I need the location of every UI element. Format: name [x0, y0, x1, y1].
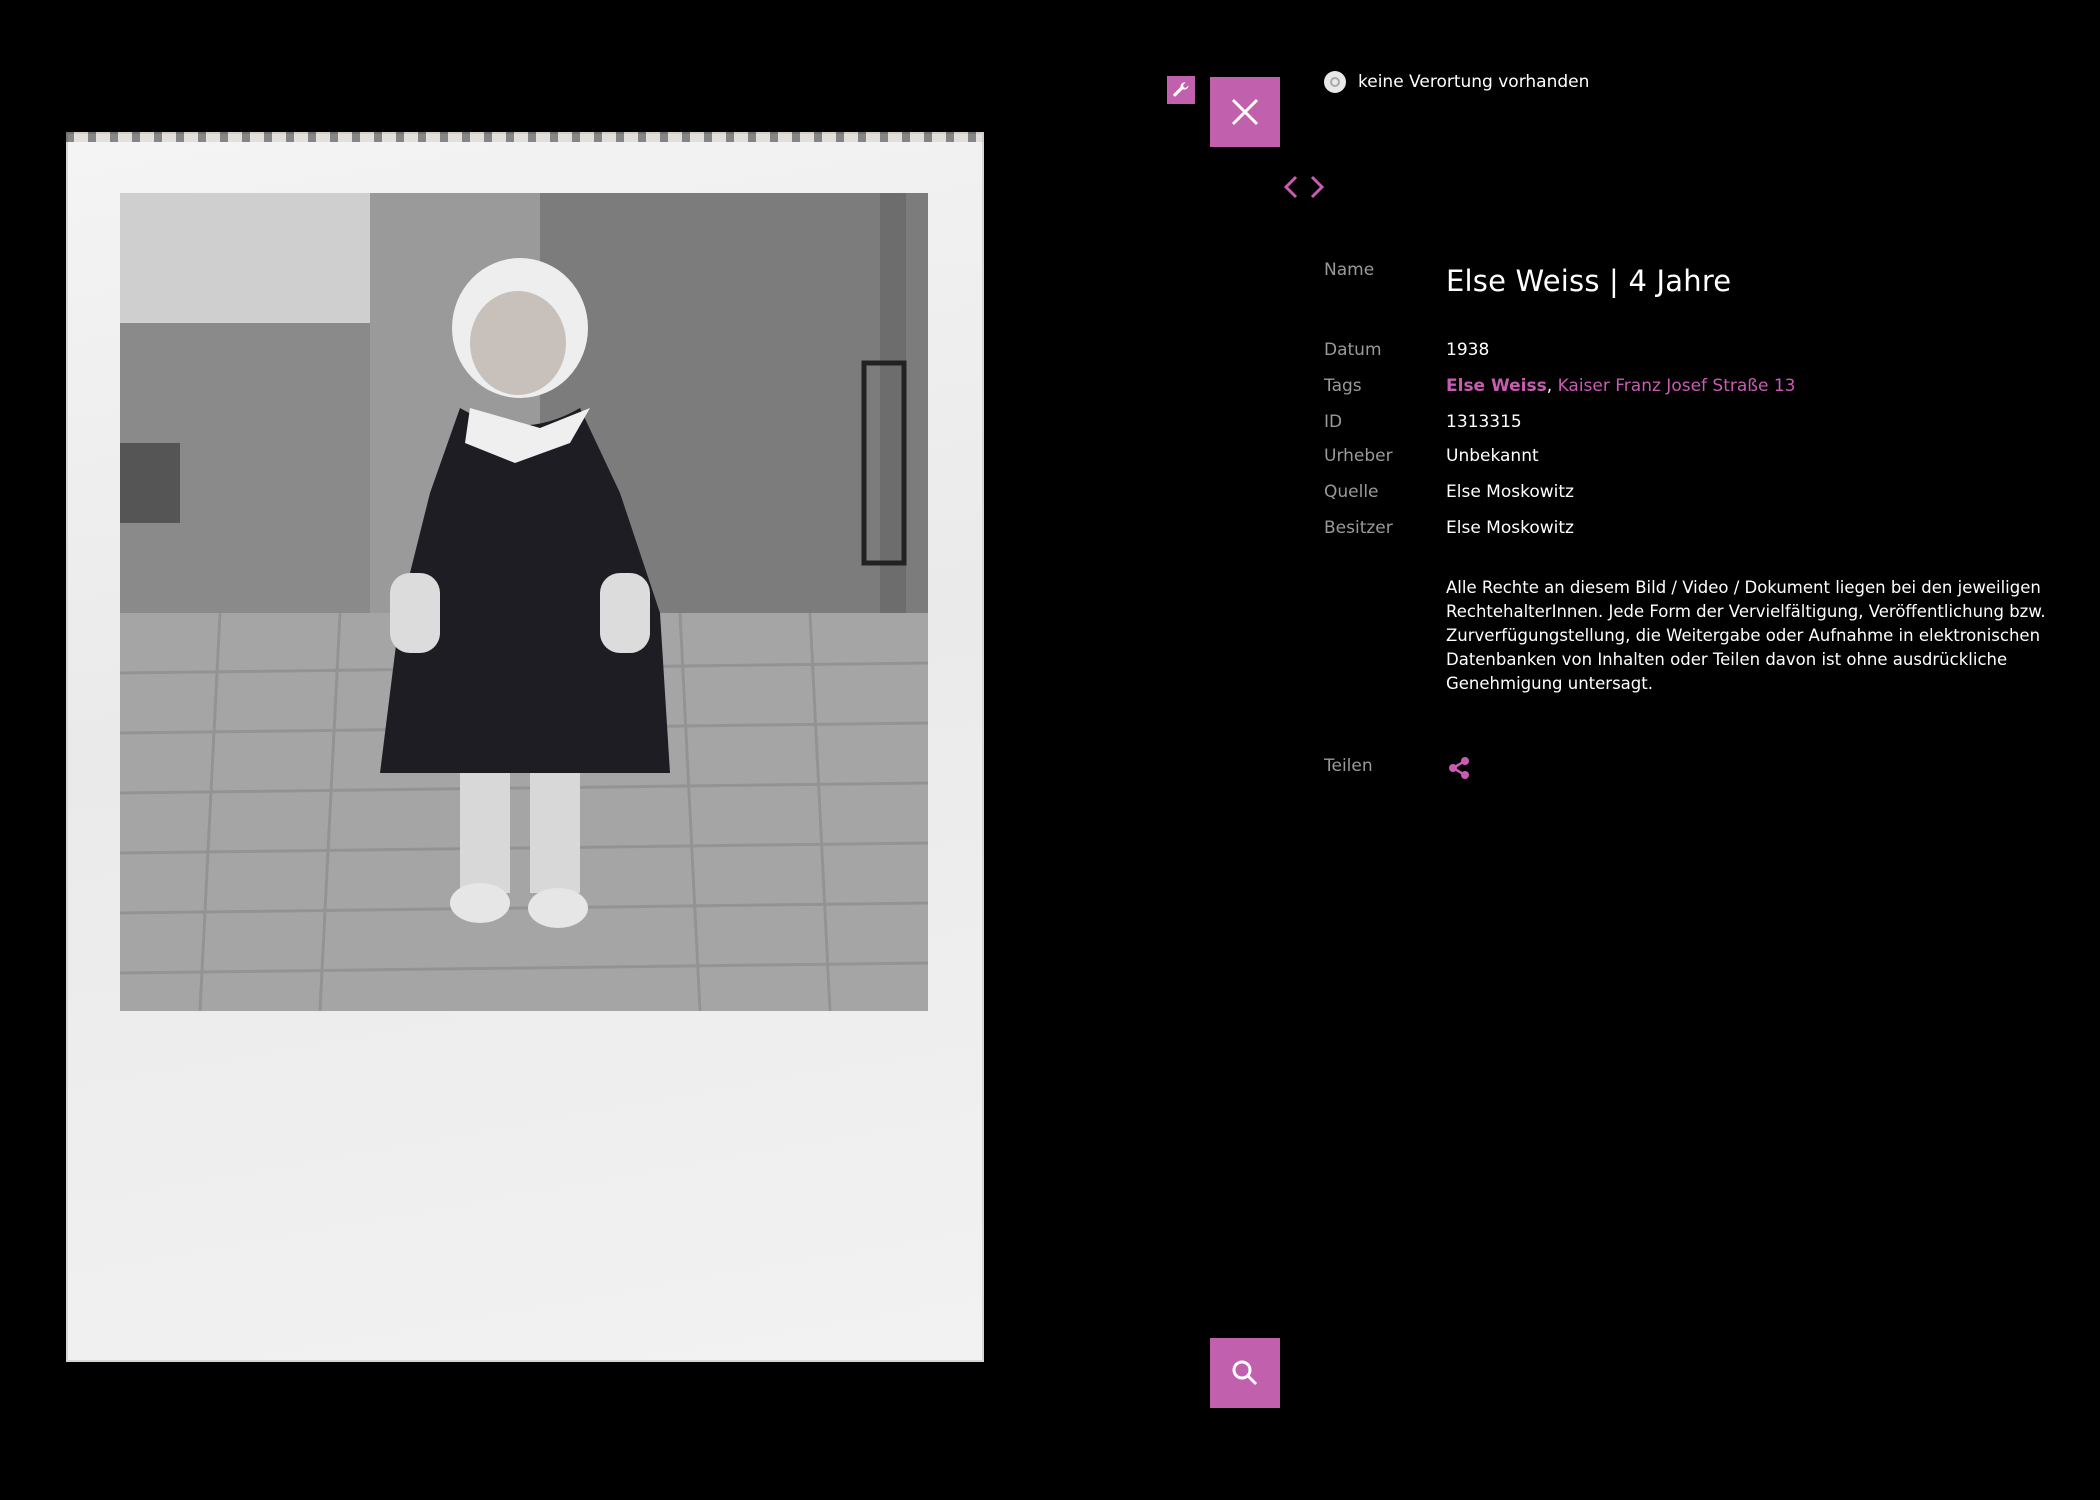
wrench-icon	[1173, 82, 1189, 97]
share-icon	[1449, 757, 1469, 779]
tags-label: Tags	[1324, 376, 1362, 396]
historic-photo	[120, 193, 928, 1011]
item-title: Else Weiss | 4 Jahre	[1446, 264, 1732, 298]
chevron-right-icon	[1310, 175, 1325, 199]
id-value: 1313315	[1446, 412, 1522, 432]
photo-frame	[66, 132, 984, 1362]
search-icon	[1232, 1360, 1258, 1386]
item-navigation	[1282, 172, 1326, 202]
location-status-text: keine Verortung vorhanden	[1358, 72, 1590, 92]
search-button[interactable]	[1210, 1338, 1280, 1408]
name-label: Name	[1324, 260, 1375, 280]
tags-list: Else Weiss, Kaiser Franz Josef Straße 13	[1446, 376, 1796, 396]
share-label: Teilen	[1324, 756, 1373, 776]
previous-button[interactable]	[1282, 172, 1300, 202]
close-icon	[1231, 98, 1259, 126]
photo-illustration	[120, 193, 928, 1011]
chevron-left-icon	[1283, 175, 1298, 199]
id-label: ID	[1324, 412, 1343, 432]
owner-value: Else Moskowitz	[1446, 518, 1574, 538]
share-button[interactable]	[1446, 755, 1472, 781]
author-value: Unbekannt	[1446, 446, 1539, 466]
owner-label: Besitzer	[1324, 518, 1393, 538]
location-status: keine Verortung vorhanden	[1324, 71, 1589, 93]
next-button[interactable]	[1308, 172, 1326, 202]
location-dot-icon	[1324, 71, 1346, 93]
date-label: Datum	[1324, 340, 1382, 360]
tag-link[interactable]: Kaiser Franz Josef Straße 13	[1558, 376, 1796, 396]
rights-notice: Alle Rechte an diesem Bild / Video / Dok…	[1446, 578, 2046, 693]
date-value: 1938	[1446, 340, 1490, 360]
source-label: Quelle	[1324, 482, 1379, 502]
close-button[interactable]	[1210, 77, 1280, 147]
tag-separator: ,	[1546, 376, 1553, 396]
tag-link[interactable]: Else Weiss	[1446, 376, 1547, 396]
tool-button[interactable]	[1167, 76, 1195, 104]
author-label: Urheber	[1324, 446, 1393, 466]
source-value: Else Moskowitz	[1446, 482, 1574, 502]
